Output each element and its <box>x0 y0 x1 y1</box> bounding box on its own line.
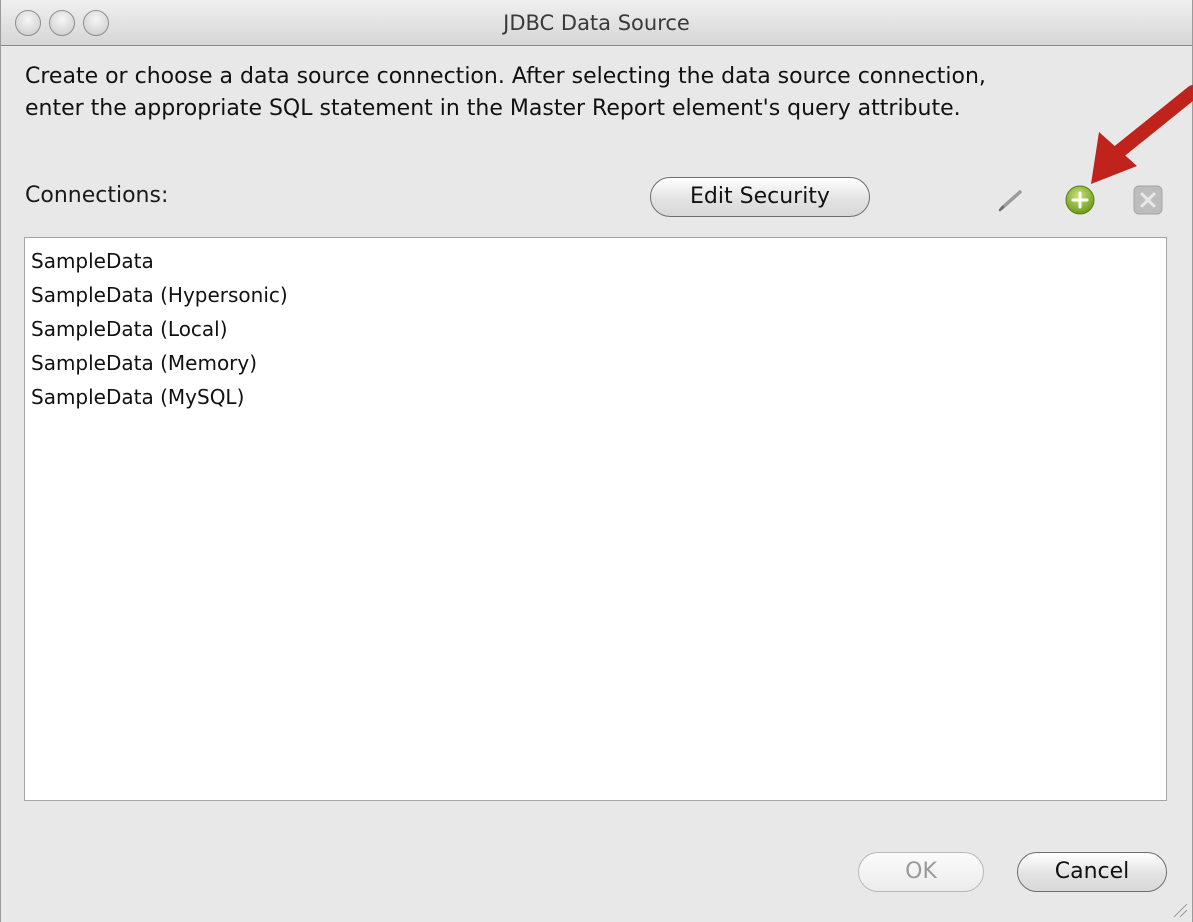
dialog-description: Create or choose a data source connectio… <box>25 61 1155 125</box>
resize-grip-icon[interactable] <box>1170 900 1188 918</box>
description-line-2: enter the appropriate SQL statement in t… <box>25 96 961 121</box>
pencil-icon <box>998 190 1022 212</box>
list-item[interactable]: SampleData (Memory) <box>25 346 1166 380</box>
title-bar: JDBC Data Source <box>1 0 1192 46</box>
list-item[interactable]: SampleData <box>25 244 1166 278</box>
red-arrow-icon <box>1091 85 1193 184</box>
list-item[interactable]: SampleData (Hypersonic) <box>25 278 1166 312</box>
window-title: JDBC Data Source <box>503 11 690 35</box>
edit-security-button[interactable]: Edit Security <box>650 177 870 217</box>
cancel-button[interactable]: Cancel <box>1017 852 1167 892</box>
description-line-1: Create or choose a data source connectio… <box>25 64 986 89</box>
connections-label: Connections: <box>25 183 169 208</box>
edit-connection-button[interactable] <box>995 183 1029 217</box>
connections-list[interactable]: SampleData SampleData (Hypersonic) Sampl… <box>24 237 1167 801</box>
list-item[interactable]: SampleData (MySQL) <box>25 380 1166 414</box>
list-item[interactable]: SampleData (Local) <box>25 312 1166 346</box>
jdbc-data-source-dialog: JDBC Data Source Create or choose a data… <box>0 0 1193 922</box>
ok-button[interactable]: OK <box>858 852 984 892</box>
